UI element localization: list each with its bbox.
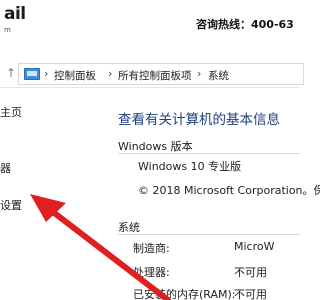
windows-edition-value: Windows 10 专业版 (138, 160, 242, 173)
left-nav-home[interactable]: 主页 (0, 104, 22, 120)
breadcrumb-separator-icon[interactable]: › (44, 67, 48, 80)
ram-value: 不可用 (234, 288, 267, 300)
site-logo-subtext: m (4, 26, 11, 34)
windows-edition-heading: Windows 版本 (118, 140, 193, 153)
section-divider (118, 153, 300, 154)
breadcrumb-control-panel[interactable]: 控制面板 (54, 68, 96, 83)
manufacturer-label: 制造商: (133, 242, 170, 255)
left-nav-device-manager[interactable]: 器 (0, 160, 11, 176)
up-arrow-icon[interactable]: ↑ (6, 66, 16, 80)
control-panel-icon (24, 68, 40, 80)
page-title: 查看有关计算机的基本信息 (118, 112, 280, 128)
breadcrumb-separator-icon[interactable]: › (197, 67, 201, 80)
left-nav-pane: 主页 器 设置 (0, 90, 60, 300)
breadcrumb[interactable]: › 控制面板 › 所有控制面板项 › 系统 (18, 63, 304, 85)
ram-label: 已安装的内存(RAM): (133, 288, 236, 300)
system-heading: 系统 (118, 221, 140, 234)
copyright-text: © 2018 Microsoft Corporation。保留 (138, 184, 320, 197)
breadcrumb-system[interactable]: 系统 (208, 68, 229, 83)
system-info-pane: 查看有关计算机的基本信息 Windows 版本 Windows 10 专业版 ©… (118, 90, 320, 300)
hotline-text: 咨询热线：400-63 (196, 18, 294, 31)
top-banner: ail m 咨询热线：400-63 (0, 0, 300, 58)
processor-label: 处理器: (133, 266, 170, 279)
manufacturer-value: MicroW (234, 240, 275, 253)
left-nav-advanced-settings[interactable]: 设置 (0, 197, 22, 213)
section-divider (118, 234, 300, 235)
breadcrumb-all-items[interactable]: 所有控制面板项 (118, 68, 192, 83)
processor-value: 不可用 (234, 266, 267, 279)
breadcrumb-separator-icon[interactable]: › (108, 67, 112, 80)
site-logo: ail (4, 4, 26, 24)
address-bar: ↑ › 控制面板 › 所有控制面板项 › 系统 (0, 60, 304, 88)
